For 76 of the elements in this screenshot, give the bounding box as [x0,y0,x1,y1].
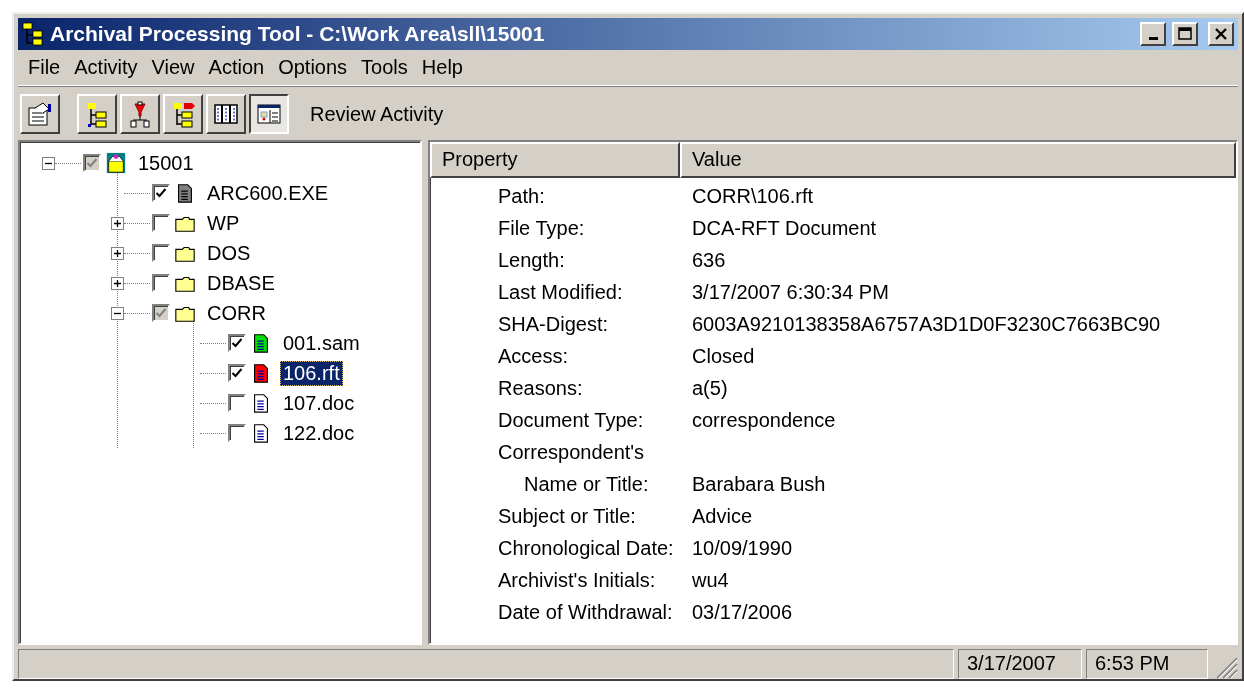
property-value: 6003A9210138358A6757A3D1D0F3230C7663BC90 [692,312,1161,336]
box-icon [105,152,127,174]
status-text: 6:53 PM [1086,649,1208,679]
property-name: Name or Title: [523,472,650,496]
property-value: 3/17/2007 6:30:34 PM [692,280,889,304]
property-name: Chronological Date: [497,536,675,560]
property-value: Advice [692,504,753,528]
property-name: Archivist's Initials: [497,568,657,592]
status-text: 3/17/2007 [958,649,1082,679]
property-name: Date of Withdrawal: [497,600,674,624]
property-value: 03/17/2006 [692,600,793,624]
tree-item[interactable]: DBASE [204,270,278,296]
menu-item[interactable]: View [147,54,205,81]
column-header[interactable]: Value [680,142,1236,178]
plus-icon [113,248,122,258]
property-name: Document Type: [497,408,645,432]
menu-item[interactable]: Tools [357,54,418,81]
property-name: Subject or Title: [497,504,637,528]
tree-item[interactable]: 001.sam [280,330,363,356]
tree-item[interactable]: 107.doc [280,390,358,416]
activity-label: Review Activity [310,102,444,126]
tree-item[interactable]: WP [204,210,243,236]
app-icon [22,22,44,46]
columns-button[interactable] [206,94,246,134]
property-name: Correspondent's [497,440,646,464]
check-mark-icon [155,187,167,199]
property-value: a(5) [692,376,728,400]
menu-item[interactable]: Activity [70,54,148,81]
tree-item[interactable]: CORR [204,300,269,326]
menu-item[interactable]: Action [204,54,275,81]
tree-item[interactable]: DOS [204,240,254,266]
expand-icon[interactable] [111,276,124,290]
property-name: File Type: [497,216,586,240]
close-button[interactable] [1208,22,1234,46]
property-value: 636 [692,248,726,272]
collapse-icon[interactable] [42,156,55,170]
tree-item[interactable]: 106.rft [280,360,343,386]
tree-item[interactable]: 122.doc [280,420,358,446]
expand-icon[interactable] [111,246,124,260]
column-header[interactable]: Property [430,142,680,178]
check-mark-icon [231,337,243,349]
tree-item[interactable]: ARC600.EXE [204,180,332,206]
property-name: SHA-Digest: [497,312,610,336]
property-name: Reasons: [497,376,584,400]
property-value: correspondence [692,408,836,432]
properties-button[interactable] [20,94,60,134]
collapse-icon[interactable] [111,306,124,320]
expand-icon[interactable] [111,216,124,230]
properties-icon [26,100,54,128]
review-button[interactable] [249,94,289,134]
check-mark-icon [231,367,243,379]
maximize-button[interactable] [1172,22,1198,46]
maximize-icon [1177,26,1193,42]
property-name: Last Modified: [497,280,624,304]
property-value: 10/09/1990 [692,536,793,560]
property-name: Access: [497,344,570,368]
tree-button[interactable] [163,94,203,134]
menu-item[interactable]: Help [417,54,473,81]
property-value: DCA-RFT Document [692,216,877,240]
minimize-button[interactable] [1140,22,1166,46]
property-value: Barabara Bush [692,472,826,496]
minimize-icon [1148,37,1158,40]
property-value: CORR\106.rft [692,184,814,208]
tree-button[interactable] [77,94,117,134]
property-value: Closed [692,344,755,368]
close-icon [1213,26,1229,42]
property-name: Length: [497,248,566,272]
tree-item[interactable]: 15001 [135,150,197,176]
menu-item[interactable]: Options [274,54,358,81]
menu-item[interactable]: File [24,54,71,81]
property-value: wu4 [692,568,729,592]
plus-icon [113,278,122,288]
filter-button[interactable] [120,94,160,134]
property-name: Path: [497,184,546,208]
window-title: Archival Processing Tool - C:\Work Area\sll\15001 [50,22,546,46]
plus-icon [113,218,122,228]
